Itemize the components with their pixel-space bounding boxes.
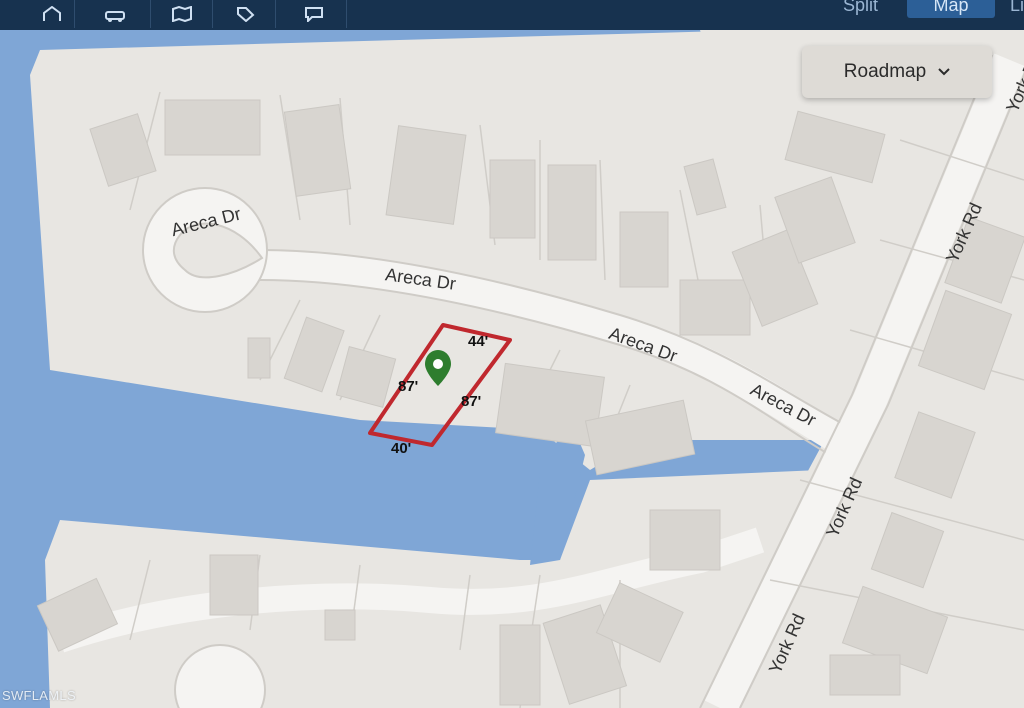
view-tab-split[interactable]: Split [843, 0, 878, 18]
map-type-label: Roadmap [843, 61, 927, 82]
home-button[interactable] [30, 0, 75, 28]
view-tab-list[interactable]: Li [1010, 0, 1024, 18]
view-tab-map[interactable]: Map [907, 0, 995, 18]
map-icon [172, 6, 192, 22]
map-layers-button[interactable] [152, 0, 213, 28]
tag-icon [237, 7, 255, 22]
top-toolbar: Split Map Li [0, 0, 1024, 30]
chevron-down-icon [938, 68, 950, 76]
parcel-dimension-left: 87' [398, 378, 418, 395]
map-canvas[interactable]: Areca Dr Areca Dr Areca Dr Areca Dr York… [0, 0, 1024, 708]
parcel-dimension-top: 44' [468, 333, 488, 350]
parcel-dimension-bottom: 40' [391, 440, 411, 457]
map-type-dropdown[interactable]: Roadmap [802, 46, 992, 98]
price-tag-button[interactable] [215, 0, 276, 28]
parcel-dimension-right: 87' [461, 393, 481, 410]
chat-button[interactable] [282, 0, 347, 28]
commute-button[interactable] [80, 0, 151, 28]
watermark: SWFLAMLS [2, 688, 76, 703]
home-icon [43, 6, 61, 21]
chat-icon [305, 7, 323, 22]
car-icon [105, 11, 125, 22]
